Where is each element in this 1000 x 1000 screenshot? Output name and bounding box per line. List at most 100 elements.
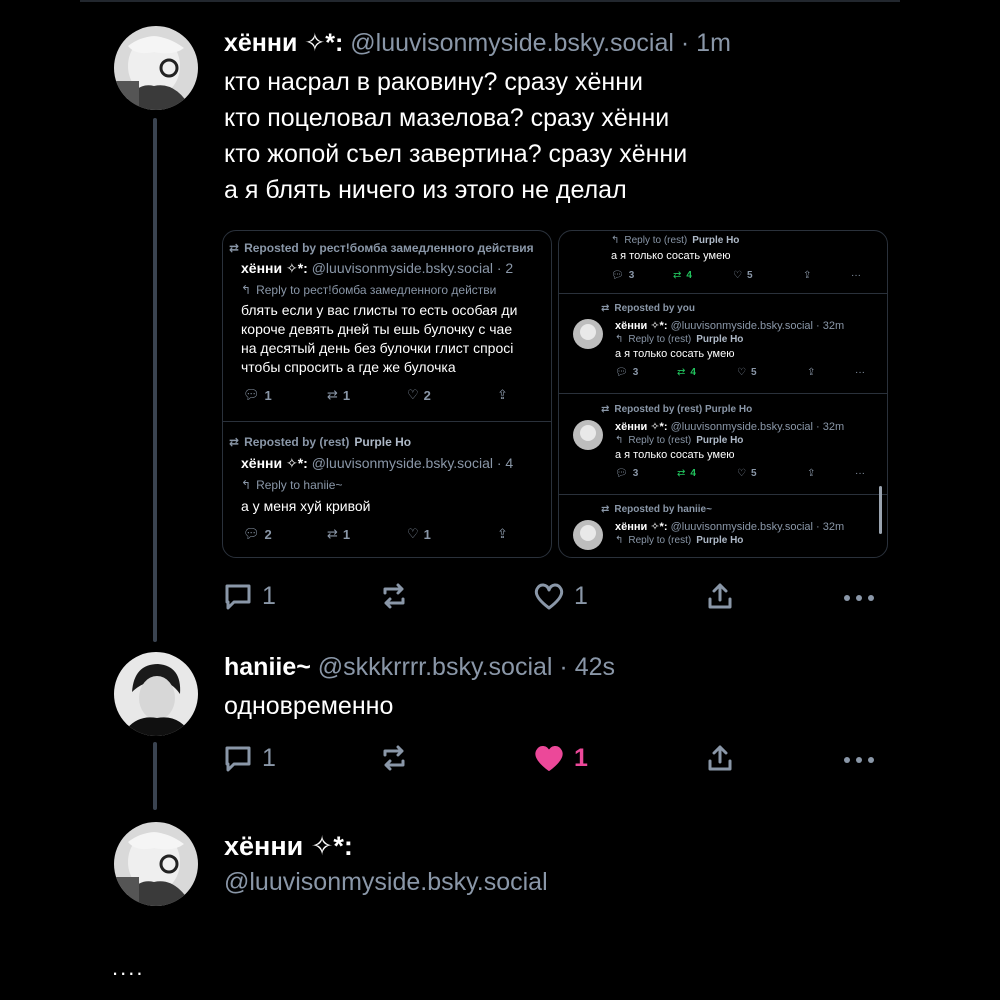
more-icon — [844, 595, 874, 601]
avatar[interactable] — [114, 822, 198, 906]
repost-label: ⇄ Reposted by рест!бомба замедленного де… — [229, 241, 551, 255]
reply-to-text: Reply to рест!бомба замедленного действи — [256, 283, 497, 297]
embedded-reply-number: 3 — [628, 270, 635, 281]
embedded-text-line: чтобы спросить а где же булочка — [241, 359, 456, 375]
embedded-reply-number: 3 — [632, 367, 639, 378]
divider — [559, 494, 887, 495]
embedded-like-number: 2 — [423, 387, 431, 403]
reply-arrow-icon: ↰ — [241, 478, 252, 492]
embedded-post-text: а у меня хуй кривой — [241, 498, 371, 514]
share-icon: ⇪ — [497, 387, 508, 402]
post-time: 42s — [574, 653, 615, 681]
top-divider — [80, 0, 900, 2]
reply-arrow-icon: ↰ — [241, 283, 252, 297]
reply-button[interactable]: 1 — [222, 580, 276, 612]
embedded-author-name: хённи ✧*: — [615, 421, 668, 433]
author-name[interactable]: хённи ✧*: — [224, 29, 343, 57]
share-icon: ⇪ — [807, 468, 816, 479]
author-handle[interactable]: @skkkrrrr.bsky.social — [318, 653, 553, 681]
post-text: одновременно — [224, 688, 615, 724]
author-handle[interactable]: @luuvisonmyside.bsky.social — [224, 868, 548, 896]
embedded-post: ⇄ Reposted by haniie~ — [601, 504, 887, 515]
post[interactable]: haniie~ @skkkrrrr.bsky.social · 42s одно… — [224, 652, 615, 724]
reply-arrow-icon: ↰ — [615, 535, 624, 546]
share-button[interactable] — [704, 580, 736, 612]
embedded-repost-count: ⇄ 1 — [327, 387, 351, 403]
embedded-repost-number: 4 — [690, 468, 696, 479]
share-icon — [708, 745, 732, 771]
embedded-like-number: 5 — [750, 367, 757, 378]
embedded-repost-count: ⇄ 1 — [327, 526, 351, 542]
reply-to-label: ↰ Reply to (rest) Purple Ho — [611, 235, 887, 246]
post-header: haniie~ @skkkrrrr.bsky.social · 42s — [224, 652, 615, 682]
embedded-post-text: а я только сосать умею — [615, 348, 735, 360]
embedded-reply-count: 💬︎ 1 — [243, 387, 272, 403]
embedded-repost-number: 1 — [342, 526, 351, 542]
embedded-post-header: хённи ✧*: @luuvisonmyside.bsky.social · … — [615, 520, 887, 533]
embedded-repost-number: 4 — [690, 367, 696, 378]
embedded-author-handle: @luuvisonmyside.bsky.social · 2 — [311, 260, 514, 276]
share-button[interactable] — [704, 742, 736, 774]
like-button[interactable]: 1 — [532, 580, 588, 612]
embedded-like-count: ♡ 1 — [407, 526, 431, 542]
embedded-post-header: хённи ✧*: @luuvisonmyside.bsky.social · … — [241, 455, 551, 472]
embedded-actions: 💬︎ 3 ⇄ 4 ♡ 5 ⇪ ··· — [615, 367, 887, 378]
embedded-reply-count: 💬︎ 3 — [615, 367, 639, 378]
embedded-post: ↰ Reply to (rest) Purple Ho а я только с… — [611, 235, 887, 281]
embedded-post: ⇄ Reposted by you — [601, 303, 887, 314]
reply-to-text: Reply to (rest) — [628, 535, 692, 546]
author-name[interactable]: haniie~ — [224, 653, 311, 681]
like-button[interactable]: 1 — [532, 742, 588, 774]
embedded-post-header: хённи ✧*: @luuvisonmyside.bsky.social · … — [615, 420, 887, 433]
post[interactable]: хённи ✧*: @luuvisonmyside.bsky.social — [224, 828, 548, 900]
reply-button[interactable]: 1 — [222, 742, 276, 774]
avatar[interactable] — [114, 652, 198, 736]
embedded-actions: 💬︎ 2 ⇄ 1 ♡ 1 ⇪ — [243, 526, 551, 542]
reply-arrow-icon: ↰ — [611, 235, 620, 246]
embedded-post: ⇄ Reposted by рест!бомба замедленного де… — [229, 241, 551, 403]
reply-to-label: ↰ Reply to (rest) Purple Ho — [615, 435, 887, 446]
repost-button[interactable] — [378, 742, 410, 774]
separator-dot: · — [680, 29, 690, 57]
share-icon: ⇪ — [803, 270, 812, 281]
reply-to-text: Reply to (rest) — [628, 334, 692, 345]
embedded-author-name: хённи ✧*: — [615, 320, 668, 332]
reply-to-user: Purple Ho — [696, 435, 744, 446]
reply-icon — [225, 584, 251, 610]
repost-icon: ⇄ — [601, 303, 610, 314]
embedded-repost-number: 4 — [686, 270, 692, 281]
embedded-image-right[interactable]: ↰ Reply to (rest) Purple Ho а я только с… — [558, 230, 888, 558]
reply-arrow-icon: ↰ — [615, 334, 624, 345]
reply-to-user: Purple Ho — [692, 235, 740, 246]
post[interactable]: хённи ✧*: @luuvisonmyside.bsky.social · … — [224, 28, 731, 208]
post-text-line: а я блять ничего из этого не делал — [224, 176, 627, 204]
embedded-like-count: ♡ 5 — [737, 367, 757, 378]
more-button[interactable] — [842, 742, 876, 774]
reply-count: 1 — [262, 743, 276, 772]
reply-to-label: ↰ Reply to рест!бомба замедленного дейст… — [241, 283, 551, 297]
embedded-like-count: ♡ 5 — [733, 270, 753, 281]
more-button[interactable] — [842, 580, 876, 612]
author-handle[interactable]: @luuvisonmyside.bsky.social — [350, 29, 674, 57]
repost-button[interactable] — [378, 580, 410, 612]
reply-to-text: Reply to (rest) — [628, 435, 692, 446]
embedded-author-name: хённи ✧*: — [241, 260, 308, 276]
repost-label: ⇄ Reposted by (rest) Purple Ho — [229, 435, 551, 449]
embedded-like-number: 1 — [423, 526, 431, 542]
embedded-reply-number: 3 — [632, 468, 639, 479]
reply-to-user: Purple Ho — [696, 535, 744, 546]
embedded-like-number: 5 — [746, 270, 753, 281]
like-count: 1 — [574, 743, 588, 772]
embedded-author-handle: @luuvisonmyside.bsky.social · 32m — [670, 421, 845, 433]
embedded-repost-count: ⇄ 4 — [673, 270, 692, 281]
post-header: хённи ✧*: — [224, 828, 548, 864]
author-name[interactable]: хённи ✧*: — [224, 831, 353, 861]
thread-line — [153, 742, 157, 810]
repost-icon: ⇄ — [229, 435, 240, 449]
repost-text: Reposted by рест!бомба замедленного дейс… — [244, 241, 534, 255]
embedded-post-header: хённи ✧*: @luuvisonmyside.bsky.social · … — [615, 319, 887, 332]
embedded-text-line: на десятый день без булочки глист спросі — [241, 340, 514, 356]
avatar[interactable] — [114, 26, 198, 110]
heart-icon — [534, 583, 564, 610]
embedded-image-left[interactable]: ⇄ Reposted by рест!бомба замедленного де… — [222, 230, 552, 558]
